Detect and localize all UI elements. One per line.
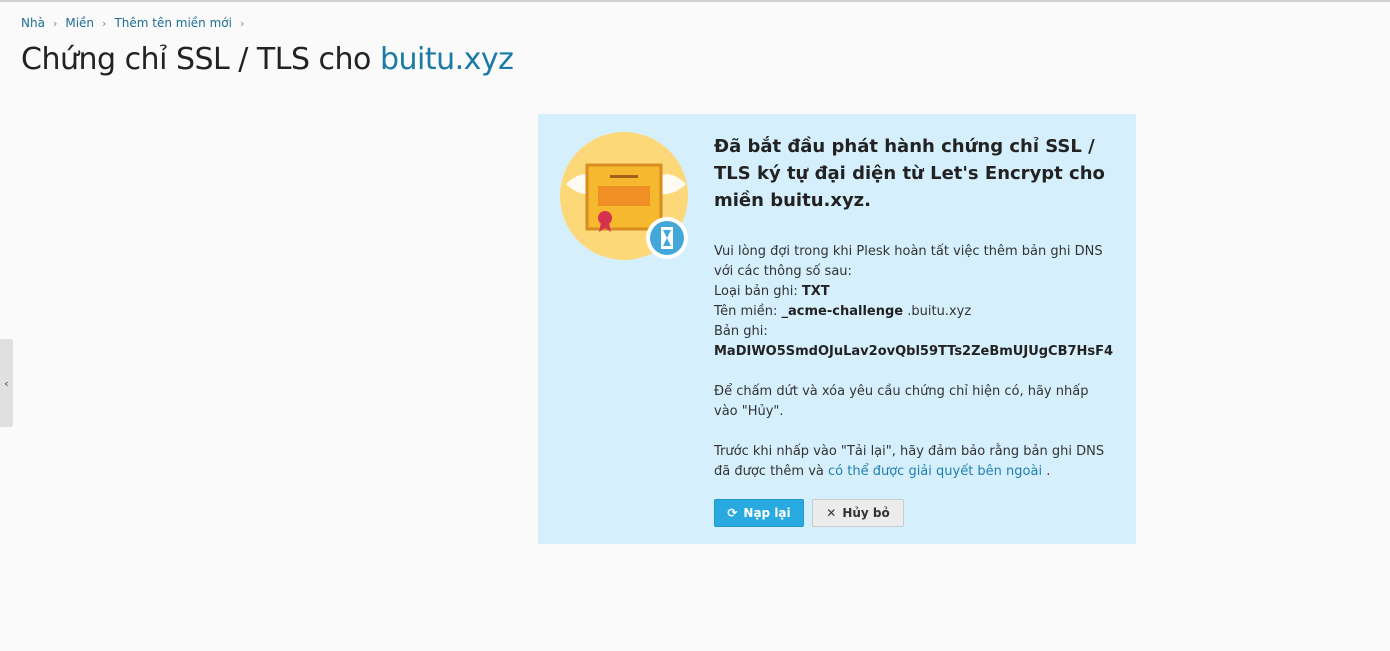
page-title: Chứng chỉ SSL / TLS cho buitu.xyz (21, 42, 514, 77)
reload-button-label: Nạp lại (743, 506, 791, 520)
record-label: Bản ghi: (714, 324, 768, 339)
domain-label: Tên miền: (714, 304, 778, 319)
breadcrumb-home[interactable]: Nhà (21, 16, 45, 30)
page-title-domain: buitu.xyz (379, 42, 514, 77)
record-type-value: TXT (801, 284, 830, 299)
reload-note-suffix: . (1046, 464, 1051, 479)
record-type-row: Loại bản ghi: TXT (714, 282, 1114, 302)
breadcrumb-domains[interactable]: Miền (65, 16, 94, 30)
intro-text: Vui lòng đợi trong khi Plesk hoàn tất vi… (714, 244, 1103, 279)
cancel-button[interactable]: ✕ Hủy bỏ (812, 499, 904, 527)
breadcrumb: Nhà › Miền › Thêm tên miền mới › (21, 16, 252, 30)
chevron-right-icon: › (102, 16, 107, 30)
domain-value-bold: _acme-challenge (781, 304, 904, 319)
chevron-right-icon: › (239, 16, 245, 30)
chevron-right-icon: › (52, 16, 58, 30)
cancel-note: Để chấm dứt và xóa yêu cầu chứng chỉ hiệ… (714, 384, 1089, 419)
reload-note: Trước khi nhấp vào "Tải lại", hãy đảm bả… (714, 442, 1114, 482)
domain-value-rest: .buitu.xyz (907, 304, 972, 319)
record-value: MaDIWO5SmdOJuLav2ovQbl59TTs2ZeBmUJUgCB7H… (714, 344, 1114, 359)
panel-heading: Đã bắt đầu phát hành chứng chỉ SSL / TLS… (714, 136, 1105, 211)
ssl-issuance-panel: Đã bắt đầu phát hành chứng chỉ SSL / TLS… (538, 114, 1136, 544)
resolvable-externally-link[interactable]: có thể được giải quyết bên ngoài (828, 464, 1042, 479)
breadcrumb-add-domain[interactable]: Thêm tên miền mới (114, 16, 232, 30)
refresh-icon: ⟳ (727, 506, 738, 520)
record-type-label: Loại bản ghi: (714, 284, 798, 299)
action-buttons: ⟳ Nạp lại ✕ Hủy bỏ (714, 499, 1114, 527)
close-icon: ✕ (826, 506, 837, 520)
domain-row: Tên miền: _acme-challenge .buitu.xyz (714, 302, 1114, 322)
certificate-illustration (560, 132, 688, 260)
chevron-left-icon: ‹ (4, 376, 9, 390)
reload-button[interactable]: ⟳ Nạp lại (714, 499, 804, 527)
cancel-button-label: Hủy bỏ (842, 506, 890, 520)
panel-body: Vui lòng đợi trong khi Plesk hoàn tất vi… (714, 242, 1114, 482)
sidebar-collapse-toggle[interactable]: ‹ (0, 339, 13, 427)
page-title-prefix: Chứng chỉ SSL / TLS cho (21, 42, 371, 77)
